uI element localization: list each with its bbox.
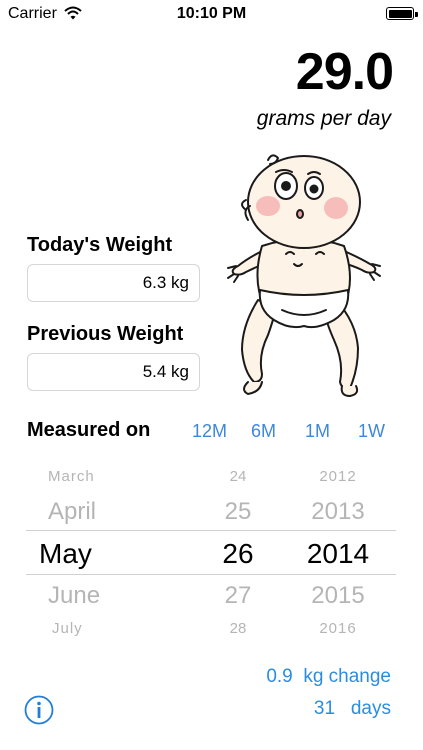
weight-change-unit: kg change [303, 666, 391, 687]
baby-illustration [227, 154, 381, 397]
previous-weight-field[interactable]: 5.4 kg [27, 353, 200, 391]
picker-selection-bottom-line [26, 574, 396, 575]
picker-month[interactable]: July [52, 620, 83, 637]
picker-day[interactable]: 28 [212, 620, 264, 637]
picker-month[interactable]: April [48, 498, 96, 526]
picker-month[interactable]: March [48, 468, 95, 485]
picker-month[interactable]: June [48, 582, 100, 610]
picker-year-selected[interactable]: 2014 [296, 538, 380, 570]
measured-on-label: Measured on [27, 419, 151, 441]
picker-selection-top-line [26, 530, 396, 531]
status-bar: Carrier 10:10 PM [0, 0, 423, 30]
battery-icon [386, 7, 418, 20]
status-time: 10:10 PM [176, 5, 247, 22]
picker-day-selected[interactable]: 26 [212, 538, 264, 570]
range-1w-button[interactable]: 1W [358, 421, 385, 442]
picker-month-selected[interactable]: May [39, 538, 92, 570]
picker-year[interactable]: 2015 [296, 582, 380, 610]
previous-weight-label: Previous Weight [27, 323, 184, 345]
picker-day[interactable]: 25 [212, 498, 264, 526]
info-icon[interactable] [24, 695, 54, 725]
days-value: 31 [313, 698, 336, 719]
weight-change-value: 0.9 [266, 666, 293, 687]
picker-day[interactable]: 27 [212, 582, 264, 610]
range-6m-button[interactable]: 6M [251, 421, 276, 442]
picker-year[interactable]: 2016 [296, 620, 380, 637]
weight-change-summary: 0.9 kg change [266, 666, 391, 688]
picker-year[interactable]: 2012 [296, 468, 380, 485]
todays-weight-label: Today's Weight [27, 234, 173, 256]
days-summary: 31 days [314, 698, 391, 720]
range-1m-button[interactable]: 1M [305, 421, 330, 442]
todays-weight-field[interactable]: 6.3 kg [27, 264, 200, 302]
picker-day[interactable]: 24 [212, 468, 264, 485]
days-unit: days [350, 698, 391, 719]
growth-rate-value: 29.0 [295, 43, 394, 101]
date-picker[interactable]: March April May June July 24 25 26 27 28… [26, 460, 396, 640]
range-12m-button[interactable]: 12M [192, 421, 227, 442]
growth-rate-unit: grams per day [256, 107, 391, 130]
picker-year[interactable]: 2013 [296, 498, 380, 526]
